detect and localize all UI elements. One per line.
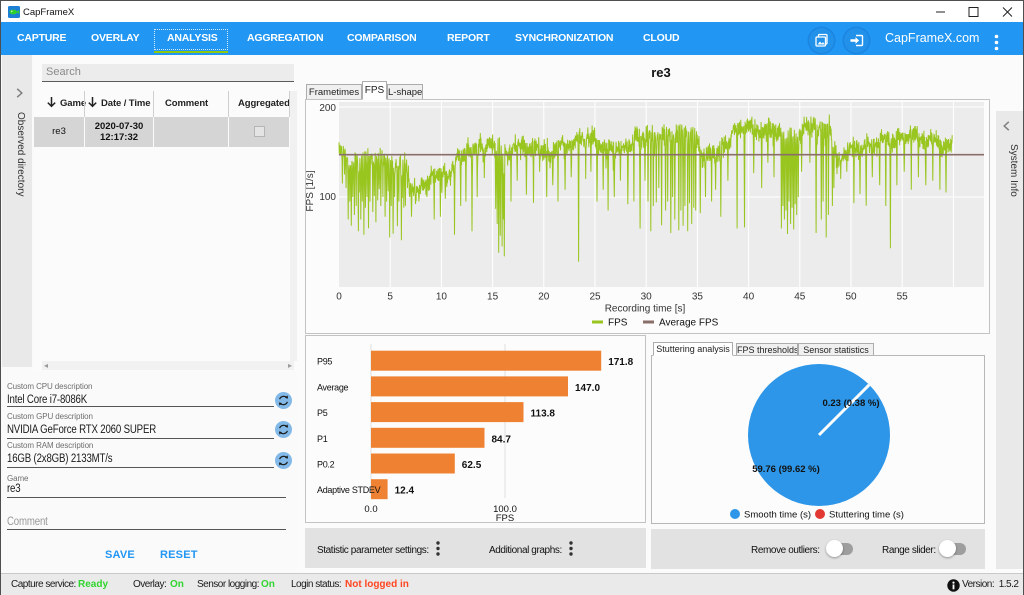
svg-text:200: 200: [319, 103, 336, 114]
svg-text:45: 45: [794, 292, 806, 303]
svg-text:171.8: 171.8: [608, 357, 633, 368]
svg-text:12.4: 12.4: [395, 486, 415, 497]
svg-text:P5: P5: [317, 408, 328, 418]
svg-text:62.5: 62.5: [462, 460, 482, 471]
svg-text:P0.2: P0.2: [317, 460, 335, 470]
svg-text:100: 100: [319, 192, 336, 203]
svg-text:FPS: FPS: [496, 513, 514, 524]
svg-text:15: 15: [487, 292, 499, 303]
svg-text:Adaptive STDEV: Adaptive STDEV: [317, 485, 381, 495]
svg-text:40: 40: [743, 292, 755, 303]
svg-text:P95: P95: [317, 357, 332, 367]
svg-text:25: 25: [589, 292, 601, 303]
svg-text:FPS [1/s]: FPS [1/s]: [306, 170, 316, 211]
svg-text:30: 30: [641, 292, 653, 303]
svg-text:5: 5: [387, 292, 393, 303]
svg-text:0.23 (0.38 %): 0.23 (0.38 %): [822, 398, 879, 409]
svg-text:20: 20: [538, 292, 550, 303]
svg-text:Smooth time (s): Smooth time (s): [744, 510, 811, 521]
svg-text:Average FPS: Average FPS: [659, 318, 719, 329]
svg-text:0: 0: [336, 292, 342, 303]
svg-text:35: 35: [692, 292, 704, 303]
svg-text:59.76 (99.62 %): 59.76 (99.62 %): [752, 464, 820, 475]
svg-text:50: 50: [845, 292, 857, 303]
svg-text:113.8: 113.8: [531, 409, 556, 420]
svg-text:FPS: FPS: [608, 318, 628, 329]
svg-text:Average: Average: [317, 382, 349, 392]
svg-text:P1: P1: [317, 434, 328, 444]
svg-text:84.7: 84.7: [492, 434, 512, 445]
svg-text:0.0: 0.0: [364, 504, 377, 515]
svg-text:147.0: 147.0: [575, 383, 600, 394]
svg-text:10: 10: [436, 292, 448, 303]
svg-text:55: 55: [897, 292, 909, 303]
svg-text:Stuttering time (s): Stuttering time (s): [829, 510, 904, 521]
svg-text:Recording time [s]: Recording time [s]: [605, 304, 686, 315]
